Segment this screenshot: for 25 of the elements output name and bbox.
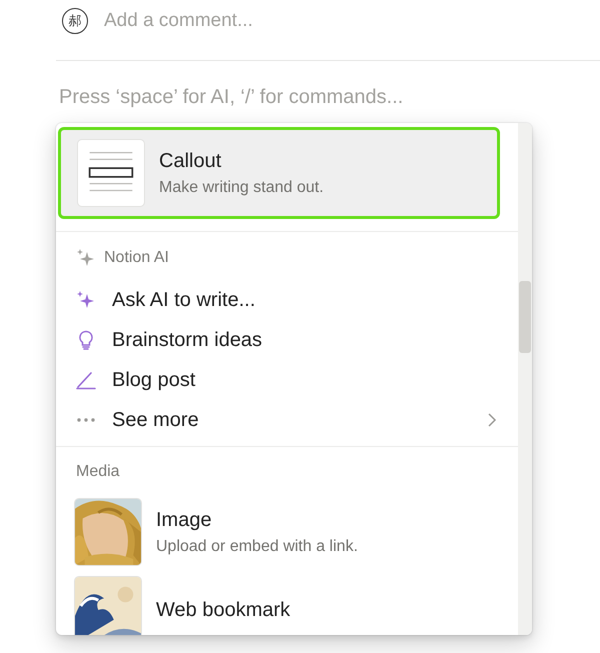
menu-item[interactable]: Web bookmark (56, 571, 518, 635)
comment-field[interactable]: Add a comment... (104, 10, 404, 32)
item-description: Make writing stand out. (159, 178, 324, 196)
chevron-right-icon (486, 413, 498, 427)
menu-item[interactable]: Image Upload or embed with a link. (56, 493, 518, 571)
pen-icon (76, 370, 96, 390)
sparkle-icon (76, 248, 96, 268)
item-title: Web bookmark (156, 598, 290, 622)
scrollbar-thumb[interactable] (519, 281, 531, 353)
callout-icon (77, 139, 145, 207)
menu-item[interactable]: Callout Make writing stand out. (58, 127, 500, 219)
menu-item[interactable]: Blog post (56, 360, 518, 400)
section-heading: Media (76, 463, 120, 481)
item-title: Callout (159, 150, 222, 172)
menu-item[interactable]: Ask AI to write... (56, 280, 518, 320)
sparkle-icon (76, 290, 96, 310)
item-description: Upload or embed with a link. (156, 538, 358, 556)
item-title: Image (156, 508, 213, 532)
avatar: 郝 (62, 8, 88, 34)
editor-field[interactable]: Press ‘space’ for AI, ‘/’ for commands... (59, 83, 479, 111)
menu-item[interactable]: Brainstorm ideas (56, 320, 518, 360)
menu-item[interactable]: See more (56, 400, 518, 440)
section-heading: Notion AI (104, 249, 169, 267)
lightbulb-icon (76, 330, 96, 350)
more-icon (76, 417, 96, 423)
